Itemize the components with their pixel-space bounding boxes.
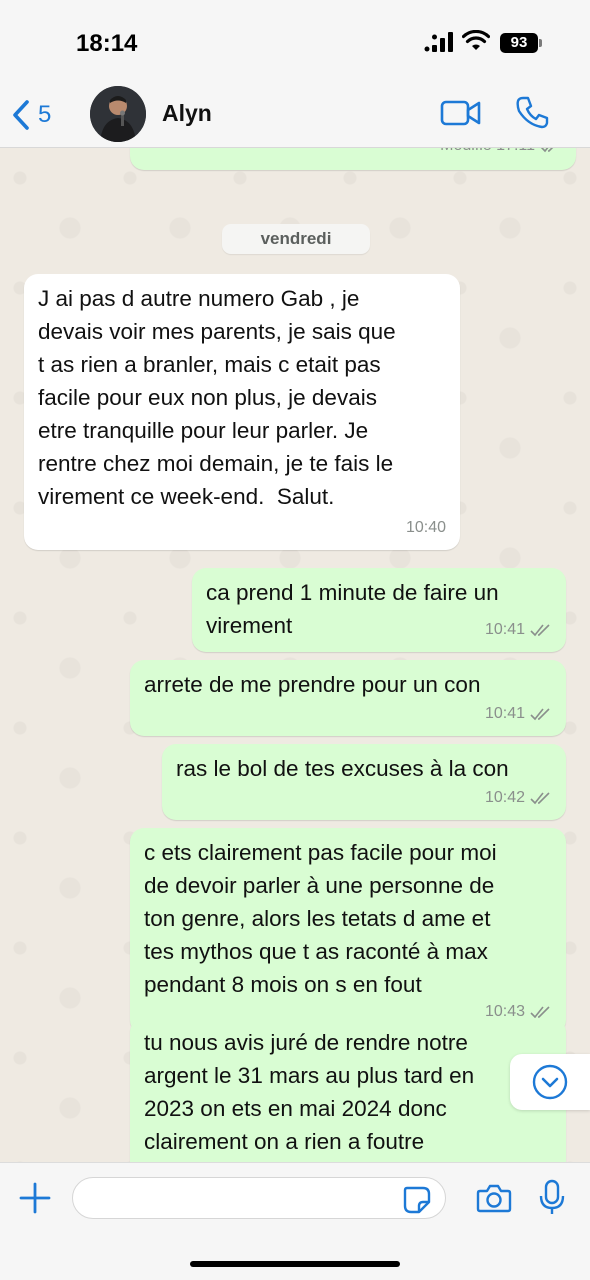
- chevron-left-icon: [13, 100, 29, 130]
- status-time: 18:14: [76, 30, 138, 57]
- profile-photo: [90, 86, 146, 142]
- battery-indicator: 93: [500, 33, 538, 53]
- scroll-to-bottom-button[interactable]: [510, 1054, 590, 1110]
- message-bubble-outgoing-partial[interactable]: Modifié 17:11: [130, 148, 576, 170]
- message-bubble-outgoing[interactable]: c ets clairement pas facile pour moi de …: [130, 828, 566, 1034]
- double-check-icon: [530, 1005, 550, 1018]
- message-bubble-outgoing[interactable]: arrete de me prendre pour un con 10:41: [130, 660, 566, 736]
- message-meta: 10:41: [485, 697, 552, 730]
- signal-icon: [424, 32, 453, 52]
- sticker-icon: [403, 1186, 431, 1214]
- phone-icon: [516, 96, 549, 129]
- back-button[interactable]: 5: [10, 98, 51, 132]
- avatar[interactable]: [90, 86, 146, 142]
- sticker-button[interactable]: [402, 1185, 432, 1220]
- camera-button[interactable]: [476, 1183, 512, 1218]
- message-time: Modifié 17:11: [440, 148, 535, 162]
- message-time: 10:41: [484, 621, 525, 638]
- chevron-down-icon: [532, 1064, 568, 1100]
- message-time: 10:41: [484, 705, 525, 722]
- message-input[interactable]: [72, 1177, 446, 1219]
- message-meta: 10:41: [485, 613, 552, 646]
- message-bubble-outgoing[interactable]: tu nous avis juré de rendre notre argent…: [130, 1018, 566, 1162]
- home-indicator[interactable]: [190, 1261, 400, 1267]
- message-time: 10:40: [405, 519, 446, 536]
- contact-name[interactable]: Alyn: [162, 100, 212, 127]
- status-bar: 18:14 93: [0, 0, 590, 84]
- video-call-button[interactable]: [440, 98, 482, 133]
- message-time: 10:42: [484, 789, 525, 806]
- chat-area[interactable]: Modifié 17:11 vendredi J ai pas d autre …: [0, 148, 590, 1162]
- message-text: c ets clairement pas facile pour moi de …: [144, 840, 497, 997]
- video-camera-icon: [440, 100, 481, 126]
- date-separator: vendredi: [222, 224, 370, 254]
- plus-icon: [19, 1182, 51, 1214]
- voice-call-button[interactable]: [514, 94, 550, 135]
- message-bubble-outgoing[interactable]: ras le bol de tes excuses à la con 10:42: [162, 744, 566, 820]
- double-check-icon: [530, 707, 550, 720]
- microphone-icon: [539, 1179, 565, 1214]
- voice-message-button[interactable]: [538, 1179, 566, 1222]
- unread-count: 5: [38, 101, 52, 128]
- message-text: J ai pas d autre numero Gab , je devais …: [38, 286, 396, 509]
- double-check-icon: [530, 791, 550, 804]
- attach-button[interactable]: [18, 1181, 52, 1220]
- wifi-icon: [462, 30, 490, 50]
- double-check-icon: [541, 148, 553, 152]
- message-bubble-incoming[interactable]: J ai pas d autre numero Gab , je devais …: [24, 274, 460, 550]
- message-meta: Modifié 17:11: [440, 148, 562, 162]
- camera-icon: [476, 1184, 512, 1213]
- chat-header: 5 Alyn: [0, 84, 590, 148]
- message-bubble-outgoing[interactable]: ca prend 1 minute de faire un virement 1…: [192, 568, 566, 652]
- message-text: tu nous avis juré de rendre notre argent…: [144, 1030, 475, 1154]
- battery-tip: [539, 39, 542, 47]
- message-meta: 10:42: [485, 781, 552, 814]
- double-check-icon: [530, 623, 550, 636]
- message-meta: 10:40: [406, 511, 446, 544]
